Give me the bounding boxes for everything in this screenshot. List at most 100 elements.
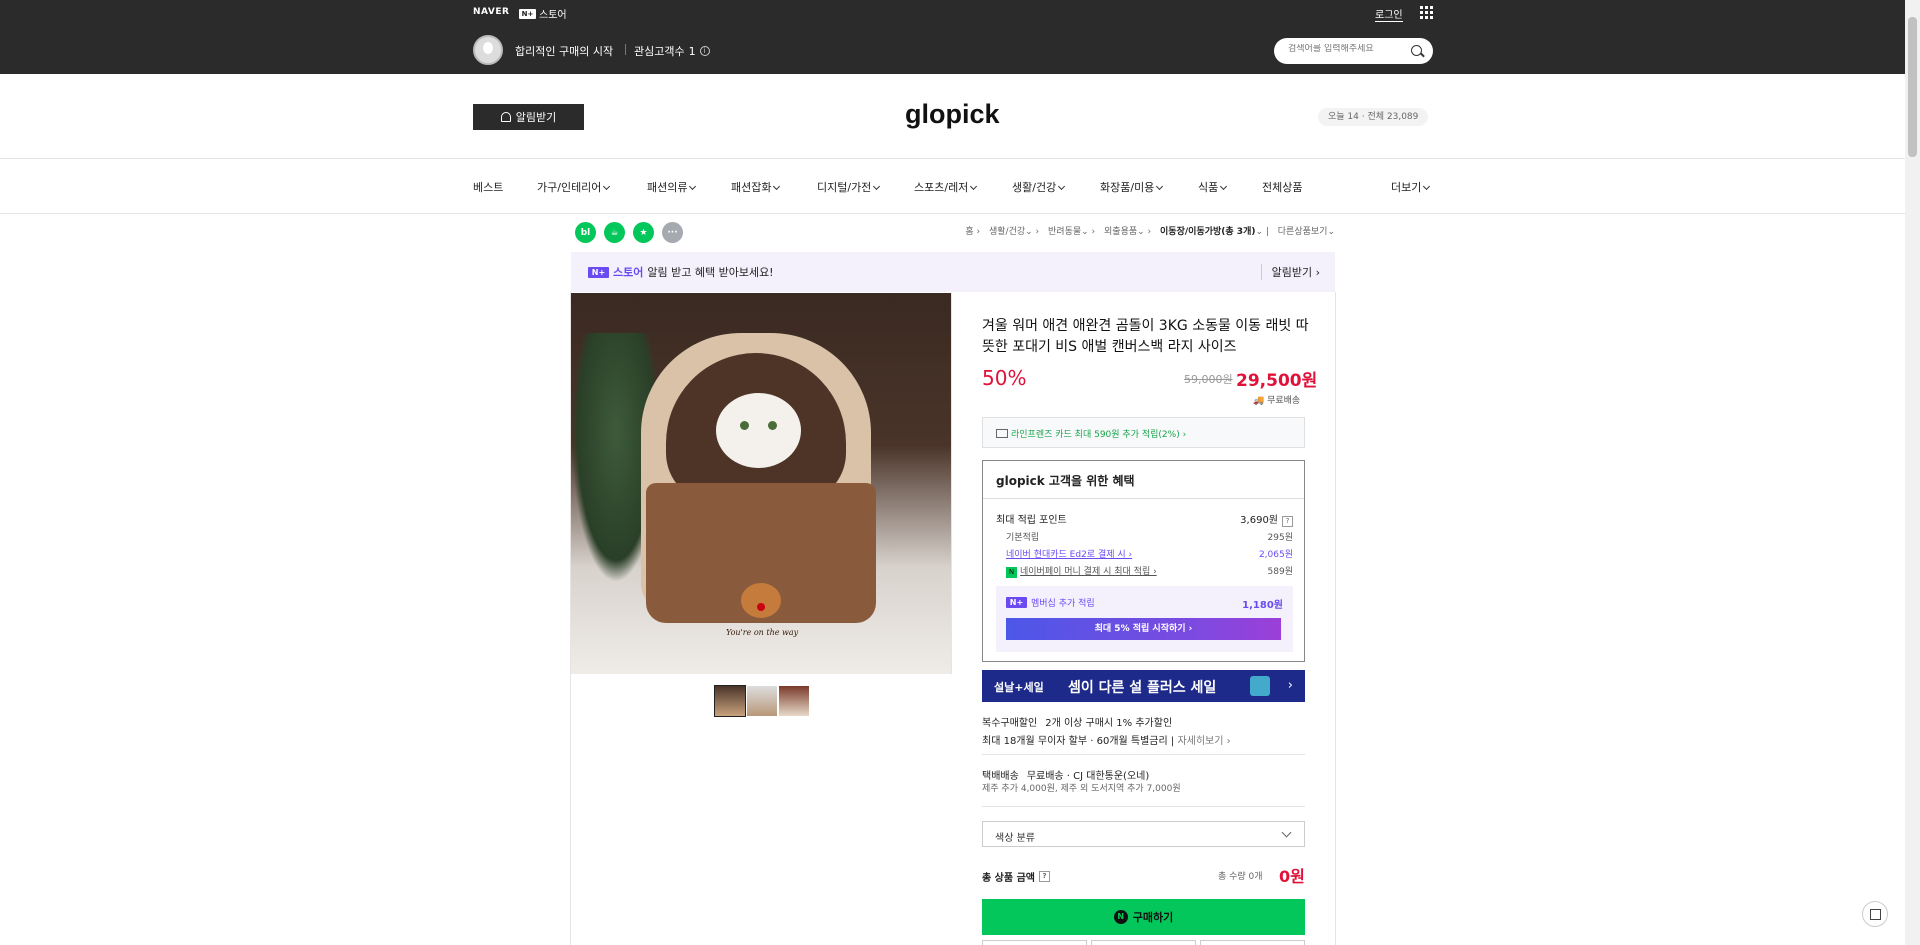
shipping-info: 택배배송 무료배송 · CJ 대한통운(오네) <box>982 767 1149 782</box>
breadcrumb-item[interactable]: 다른상품보기 <box>1278 227 1328 237</box>
bookmark-icon[interactable]: ★ <box>633 222 654 243</box>
thumbnail-2[interactable] <box>747 686 777 716</box>
gift-icon <box>1250 676 1270 696</box>
apps-grid-icon[interactable] <box>1420 6 1433 19</box>
free-shipping-label: 무료배송 <box>1267 396 1301 406</box>
benefit-row: 기본적립 295원 <box>1006 530 1293 543</box>
secondary-button[interactable] <box>1091 940 1196 945</box>
banner-store: 스토어 <box>613 266 644 279</box>
chevron-down-icon <box>970 182 978 191</box>
breadcrumb-item[interactable]: 외출용품 <box>1104 227 1137 237</box>
buy-button[interactable]: N 구매하기 <box>982 899 1305 935</box>
nav-label: 디지털/가전 <box>817 181 872 194</box>
nav-item-best[interactable]: 베스트 <box>473 179 503 195</box>
floating-share-icon[interactable] <box>1862 901 1888 927</box>
installment-info: 최대 18개월 무이자 할부 · 60개월 특별금리 | 자세히보기 › <box>982 736 1231 747</box>
installment-text: 최대 18개월 무이자 할부 · 60개월 특별금리 <box>982 736 1168 747</box>
card-offer[interactable]: 라인프렌즈 카드 최대 590원 추가 적립(2%) › <box>982 417 1305 448</box>
chevron-down-icon <box>873 182 881 191</box>
nav-item-digital[interactable]: 디지털/가전 <box>817 179 881 195</box>
nplus-badge: N+ <box>1006 597 1027 608</box>
benefit-title: glopick 고객을 위한 혜택 <box>996 474 1135 488</box>
promo-text: 셈이 다른 설 플러스 세일 <box>1068 680 1217 696</box>
benefit-value: 589원 <box>1267 567 1293 577</box>
nav-item-beauty[interactable]: 화장품/미용 <box>1100 179 1164 195</box>
scrollbar-thumb[interactable] <box>1908 17 1917 157</box>
chevron-down-icon <box>1220 182 1228 191</box>
help-icon[interactable]: ? <box>1282 516 1293 527</box>
secondary-button[interactable] <box>1200 940 1305 945</box>
fav-count: 1 <box>688 44 696 58</box>
cat-eye <box>768 421 777 430</box>
membership-start-button[interactable]: 최대 5% 적립 시작하기 › <box>1006 618 1281 640</box>
cat-eye <box>740 421 749 430</box>
detail-link[interactable]: 자세히보기 › <box>1177 736 1230 747</box>
thumbnail-1[interactable] <box>714 685 746 717</box>
share-buttons: bl ☕ ★ ··· <box>575 222 683 243</box>
benefit-label: 기본적립 <box>1006 533 1040 543</box>
breadcrumb-item[interactable]: 반려동물 <box>1048 227 1081 237</box>
search-box <box>1274 38 1433 64</box>
breadcrumb-current[interactable]: 이동장/이동가방(총 3개) <box>1160 227 1255 237</box>
alarm-button[interactable]: 알림받기 <box>473 104 584 130</box>
max-points-row: 최대 적립 포인트 3,690원? <box>996 511 1293 527</box>
breadcrumb-item[interactable]: 홈 <box>965 227 973 237</box>
divider <box>982 806 1305 807</box>
benefit-value: 295원 <box>1267 533 1293 543</box>
alarm-banner[interactable]: N+ 스토어 알림 받고 혜택 받아보세요! 알림받기 › <box>571 252 1335 292</box>
promo-banner[interactable]: 설날+세일 셈이 다른 설 플러스 세일 › <box>982 670 1305 702</box>
blog-share-icon[interactable]: bl <box>575 222 596 243</box>
nav-item-living[interactable]: 생활/건강 <box>1012 179 1066 195</box>
chevron-down-icon <box>1423 182 1431 191</box>
cat <box>716 393 801 468</box>
nav-item-all[interactable]: 전체상품 <box>1262 179 1302 195</box>
benefit-label[interactable]: 네이버 현대카드 Ed2로 결제 시 › <box>1006 547 1132 560</box>
login-link[interactable]: 로그인 <box>1375 6 1403 22</box>
shipping-extra: 제주 추가 4,000원, 제주 외 도서지역 추가 7,000원 <box>982 784 1181 794</box>
nav-label: 패션잡화 <box>731 181 772 194</box>
info-icon[interactable]: i <box>699 46 710 56</box>
store-header: 알림받기 glopick 오늘 14 · 전체 23,089 <box>0 74 1905 159</box>
breadcrumb-item[interactable]: 생활/건강 <box>989 227 1025 237</box>
color-option-select[interactable]: 색상 분류 <box>982 821 1305 847</box>
membership-label: N+ 멤버십 추가 적립 <box>1006 596 1095 609</box>
max-points-value-wrap: 3,690원? <box>1240 511 1293 527</box>
nav-item-food[interactable]: 식품 <box>1198 179 1228 195</box>
more-share-icon[interactable]: ··· <box>662 222 683 243</box>
breadcrumb: 홈 › 생활/건강⌄ › 반려동물⌄ › 외출용품⌄ › 이동장/이동가방(총 … <box>965 227 1335 237</box>
benefit-row[interactable]: N 네이버페이 머니 결제 시 최대 적립 › 589원 <box>1006 564 1293 578</box>
benefit-label[interactable]: N 네이버페이 머니 결제 시 최대 적립 › <box>1006 564 1157 578</box>
nav-item-sports[interactable]: 스포츠/레저 <box>914 179 978 195</box>
nav-item-fashion[interactable]: 패션의류 <box>647 179 697 195</box>
nav-item-accessories[interactable]: 패션잡화 <box>731 179 781 195</box>
store-slogan[interactable]: 합리적인 구매의 시작 <box>515 43 613 59</box>
benefit-row[interactable]: 네이버 현대카드 Ed2로 결제 시 › 2,065원 <box>1006 547 1293 560</box>
buy-button-label: 구매하기 <box>1132 911 1174 924</box>
naver-logo[interactable]: NAVER <box>473 7 509 17</box>
nav-label: 패션의류 <box>647 181 688 194</box>
thumbnail-3[interactable] <box>779 686 809 716</box>
nstore-link[interactable]: N+ 스토어 <box>519 6 567 21</box>
help-icon[interactable]: ? <box>1038 871 1050 882</box>
search-input[interactable] <box>1288 44 1408 54</box>
product-main-image[interactable]: You're on the way <box>571 293 952 674</box>
store-logo[interactable]: glopick <box>905 99 1000 130</box>
benefit-box: glopick 고객을 위한 혜택 최대 적립 포인트 3,690원? 기본적립… <box>982 460 1305 662</box>
chevron-down-icon <box>1156 182 1164 191</box>
secondary-button[interactable] <box>982 940 1087 945</box>
nplus-badge: N+ <box>519 8 536 19</box>
nav-more[interactable]: 더보기 <box>1391 179 1431 195</box>
multi-value: 2개 이상 구매시 1% 추가할인 <box>1045 718 1173 729</box>
banner-alarm-link[interactable]: 알림받기 › <box>1260 264 1320 280</box>
alarm-button-label: 알림받기 <box>515 111 557 124</box>
store-avatar[interactable] <box>473 35 503 65</box>
chevron-down-icon <box>773 182 781 191</box>
max-points-value: 3,690원 <box>1240 515 1278 526</box>
nav-item-furniture[interactable]: 가구/인테리어 <box>537 179 611 195</box>
scrollbar[interactable] <box>1905 0 1920 945</box>
search-icon[interactable] <box>1411 45 1422 56</box>
multi-label: 복수구매할인 <box>982 718 1038 729</box>
npay-icon: N <box>1006 567 1017 578</box>
cafe-share-icon[interactable]: ☕ <box>604 222 625 243</box>
product-title: 겨울 워머 애견 애완견 곰돌이 3KG 소동물 이동 래빗 따뜻한 포대기 비… <box>982 318 1309 355</box>
